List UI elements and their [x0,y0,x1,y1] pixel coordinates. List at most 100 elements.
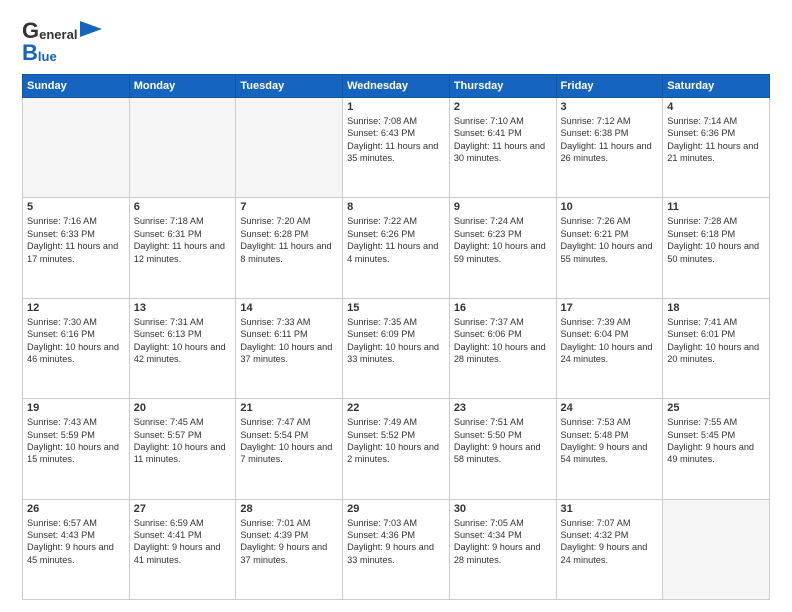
page: G eneral B lue SundayMondayTuesdayWe [0,0,792,612]
day-number: 21 [240,402,338,414]
sunrise-label: Sunrise: 7:22 AM [347,215,445,227]
calendar-cell-29: 29Sunrise: 7:03 AMSunset: 4:36 PMDayligh… [343,499,450,599]
daylight-label: Daylight: 10 hours and 33 minutes. [347,341,445,366]
daylight-label: Daylight: 9 hours and 24 minutes. [561,541,659,566]
day-number: 30 [454,503,552,515]
calendar-week-2: 5Sunrise: 7:16 AMSunset: 6:33 PMDaylight… [23,198,770,298]
sunset-label: Sunset: 6:36 PM [667,127,765,139]
day-number: 13 [134,302,232,314]
daylight-label: Daylight: 9 hours and 49 minutes. [667,441,765,466]
sunset-label: Sunset: 6:01 PM [667,328,765,340]
sunset-label: Sunset: 6:09 PM [347,328,445,340]
sunrise-label: Sunrise: 7:20 AM [240,215,338,227]
daylight-label: Daylight: 10 hours and 42 minutes. [134,341,232,366]
calendar-week-4: 19Sunrise: 7:43 AMSunset: 5:59 PMDayligh… [23,399,770,499]
sunset-label: Sunset: 6:31 PM [134,228,232,240]
sunrise-label: Sunrise: 7:01 AM [240,517,338,529]
calendar-cell-16: 16Sunrise: 7:37 AMSunset: 6:06 PMDayligh… [449,298,556,398]
day-number: 4 [667,101,765,113]
day-number: 5 [27,201,125,213]
sunrise-label: Sunrise: 7:55 AM [667,416,765,428]
calendar-cell-13: 13Sunrise: 7:31 AMSunset: 6:13 PMDayligh… [129,298,236,398]
day-header-saturday: Saturday [663,75,770,98]
calendar-cell-empty [129,98,236,198]
sunset-label: Sunset: 6:43 PM [347,127,445,139]
day-number: 11 [667,201,765,213]
calendar-cell-7: 7Sunrise: 7:20 AMSunset: 6:28 PMDaylight… [236,198,343,298]
day-number: 26 [27,503,125,515]
day-number: 6 [134,201,232,213]
calendar-cell-20: 20Sunrise: 7:45 AMSunset: 5:57 PMDayligh… [129,399,236,499]
day-number: 23 [454,402,552,414]
daylight-label: Daylight: 10 hours and 59 minutes. [454,240,552,265]
daylight-label: Daylight: 10 hours and 50 minutes. [667,240,765,265]
logo-blue-b: B [22,40,38,66]
calendar-cell-28: 28Sunrise: 7:01 AMSunset: 4:39 PMDayligh… [236,499,343,599]
daylight-label: Daylight: 10 hours and 28 minutes. [454,341,552,366]
calendar-cell-26: 26Sunrise: 6:57 AMSunset: 4:43 PMDayligh… [23,499,130,599]
daylight-label: Daylight: 10 hours and 20 minutes. [667,341,765,366]
calendar-week-1: 1Sunrise: 7:08 AMSunset: 6:43 PMDaylight… [23,98,770,198]
header: G eneral B lue [22,18,770,66]
day-number: 2 [454,101,552,113]
sunset-label: Sunset: 4:32 PM [561,529,659,541]
calendar-cell-25: 25Sunrise: 7:55 AMSunset: 5:45 PMDayligh… [663,399,770,499]
sunset-label: Sunset: 5:48 PM [561,429,659,441]
daylight-label: Daylight: 9 hours and 54 minutes. [561,441,659,466]
day-header-wednesday: Wednesday [343,75,450,98]
sunrise-label: Sunrise: 7:05 AM [454,517,552,529]
sunset-label: Sunset: 5:50 PM [454,429,552,441]
sunset-label: Sunset: 6:11 PM [240,328,338,340]
daylight-label: Daylight: 10 hours and 15 minutes. [27,441,125,466]
sunset-label: Sunset: 6:16 PM [27,328,125,340]
calendar-cell-31: 31Sunrise: 7:07 AMSunset: 4:32 PMDayligh… [556,499,663,599]
daylight-label: Daylight: 10 hours and 11 minutes. [134,441,232,466]
daylight-label: Daylight: 9 hours and 45 minutes. [27,541,125,566]
sunset-label: Sunset: 6:41 PM [454,127,552,139]
sunrise-label: Sunrise: 7:33 AM [240,316,338,328]
daylight-label: Daylight: 10 hours and 7 minutes. [240,441,338,466]
sunrise-label: Sunrise: 6:59 AM [134,517,232,529]
sunrise-label: Sunrise: 7:26 AM [561,215,659,227]
logo-lue: lue [38,49,57,64]
logo-flag-icon [80,21,102,37]
daylight-label: Daylight: 11 hours and 26 minutes. [561,140,659,165]
daylight-label: Daylight: 9 hours and 41 minutes. [134,541,232,566]
calendar-cell-27: 27Sunrise: 6:59 AMSunset: 4:41 PMDayligh… [129,499,236,599]
daylight-label: Daylight: 9 hours and 28 minutes. [454,541,552,566]
day-header-thursday: Thursday [449,75,556,98]
sunrise-label: Sunrise: 7:47 AM [240,416,338,428]
sunrise-label: Sunrise: 7:35 AM [347,316,445,328]
calendar-cell-21: 21Sunrise: 7:47 AMSunset: 5:54 PMDayligh… [236,399,343,499]
calendar-cell-8: 8Sunrise: 7:22 AMSunset: 6:26 PMDaylight… [343,198,450,298]
calendar-cell-11: 11Sunrise: 7:28 AMSunset: 6:18 PMDayligh… [663,198,770,298]
calendar-cell-23: 23Sunrise: 7:51 AMSunset: 5:50 PMDayligh… [449,399,556,499]
sunrise-label: Sunrise: 7:43 AM [27,416,125,428]
sunrise-label: Sunrise: 7:14 AM [667,115,765,127]
calendar-cell-14: 14Sunrise: 7:33 AMSunset: 6:11 PMDayligh… [236,298,343,398]
sunrise-label: Sunrise: 7:10 AM [454,115,552,127]
calendar-header-row: SundayMondayTuesdayWednesdayThursdayFrid… [23,75,770,98]
sunset-label: Sunset: 5:57 PM [134,429,232,441]
day-number: 25 [667,402,765,414]
sunset-label: Sunset: 5:52 PM [347,429,445,441]
sunrise-label: Sunrise: 7:41 AM [667,316,765,328]
day-number: 8 [347,201,445,213]
sunrise-label: Sunrise: 7:24 AM [454,215,552,227]
daylight-label: Daylight: 10 hours and 55 minutes. [561,240,659,265]
sunset-label: Sunset: 5:59 PM [27,429,125,441]
daylight-label: Daylight: 11 hours and 12 minutes. [134,240,232,265]
calendar-cell-9: 9Sunrise: 7:24 AMSunset: 6:23 PMDaylight… [449,198,556,298]
calendar-cell-10: 10Sunrise: 7:26 AMSunset: 6:21 PMDayligh… [556,198,663,298]
sunrise-label: Sunrise: 6:57 AM [27,517,125,529]
logo: G eneral B lue [22,18,102,66]
day-number: 17 [561,302,659,314]
daylight-label: Daylight: 11 hours and 35 minutes. [347,140,445,165]
sunrise-label: Sunrise: 7:16 AM [27,215,125,227]
day-number: 22 [347,402,445,414]
daylight-label: Daylight: 10 hours and 2 minutes. [347,441,445,466]
daylight-label: Daylight: 11 hours and 17 minutes. [27,240,125,265]
sunset-label: Sunset: 6:26 PM [347,228,445,240]
day-header-sunday: Sunday [23,75,130,98]
calendar-cell-4: 4Sunrise: 7:14 AMSunset: 6:36 PMDaylight… [663,98,770,198]
